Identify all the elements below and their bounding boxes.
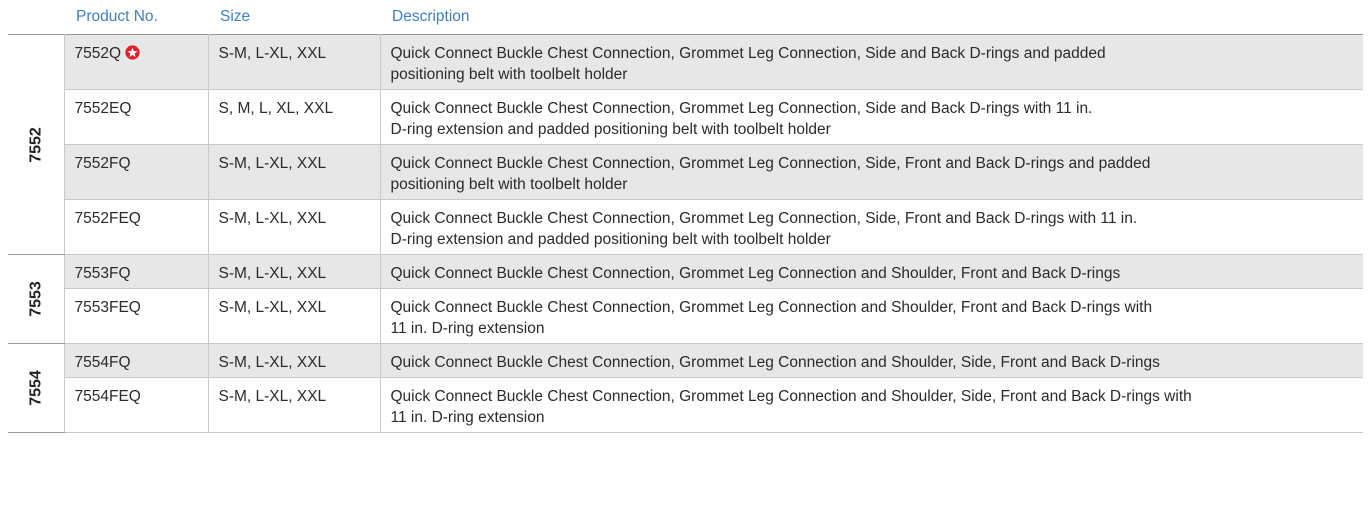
product-number-cell: 7554FEQ bbox=[64, 377, 209, 433]
group-label: 7552 bbox=[27, 126, 45, 163]
product-number: 7553FEQ bbox=[74, 299, 141, 316]
group-label-cell: 7552 bbox=[8, 34, 65, 255]
product-number-cell: 7552FEQ bbox=[64, 199, 209, 255]
group-label: 7553 bbox=[27, 281, 45, 317]
description-text: Quick Connect Buckle Chest Connection, G… bbox=[390, 388, 1192, 426]
header-description: Description bbox=[392, 8, 470, 25]
description-text: Quick Connect Buckle Chest Connection, G… bbox=[390, 45, 1106, 83]
group-label-cell: 7553 bbox=[8, 254, 65, 344]
size-cell: S-M, L-XL, XXL bbox=[208, 199, 381, 255]
description-cell: Quick Connect Buckle Chest Connection, G… bbox=[380, 288, 1363, 344]
product-number: 7552FEQ bbox=[74, 210, 141, 227]
description-cell: Quick Connect Buckle Chest Connection, G… bbox=[380, 144, 1363, 200]
table-body: 7552 7552Q S-M, L-XL, XXL Quick Connect Buc… bbox=[8, 34, 1363, 433]
size-cell: S-M, L-XL, XXL bbox=[208, 34, 381, 90]
product-number-cell: 7552Q bbox=[64, 34, 209, 90]
size-cell: S-M, L-XL, XXL bbox=[208, 343, 381, 378]
description-text: Quick Connect Buckle Chest Connection, G… bbox=[390, 354, 1160, 371]
description-cell: Quick Connect Buckle Chest Connection, G… bbox=[380, 377, 1363, 433]
product-table-page: Product No. Size Description 7552 7552Q S-… bbox=[0, 0, 1371, 529]
table-row: 7552FEQ S-M, L-XL, XXL Quick Connect Buckl… bbox=[8, 199, 1363, 255]
description-cell: Quick Connect Buckle Chest Connection, G… bbox=[380, 89, 1363, 145]
description-cell: Quick Connect Buckle Chest Connection, G… bbox=[380, 34, 1363, 90]
description-cell: Quick Connect Buckle Chest Connection, G… bbox=[380, 199, 1363, 255]
product-number: 7554FEQ bbox=[74, 388, 141, 405]
size-cell: S-M, L-XL, XXL bbox=[208, 254, 381, 289]
group-label-cell: 7554 bbox=[8, 343, 65, 433]
table-row: 7552FQ S-M, L-XL, XXL Quick Connect Buckle… bbox=[8, 144, 1363, 200]
group-label: 7554 bbox=[27, 370, 45, 406]
table-row: 7552 7552Q S-M, L-XL, XXL Quick Connect Buc… bbox=[8, 34, 1363, 255]
description-cell: Quick Connect Buckle Chest Connection, G… bbox=[380, 254, 1363, 289]
size-cell: S-M, L-XL, XXL bbox=[208, 377, 381, 433]
description-text: Quick Connect Buckle Chest Connection, G… bbox=[390, 210, 1138, 248]
product-number-cell: 7552EQ bbox=[64, 89, 209, 145]
table-row: 7553 7553FQ S-M, L-XL, XXL Quick Connect Bu… bbox=[8, 254, 1363, 344]
table-row: 7552EQ S, M, L, XL, XXL Quick Connect Buck… bbox=[8, 89, 1363, 145]
header-size: Size bbox=[220, 8, 251, 25]
product-number-cell: 7553FQ bbox=[64, 254, 209, 289]
product-number: 7554FQ bbox=[74, 354, 131, 371]
header-group-spacer bbox=[8, 6, 64, 35]
size-cell: S-M, L-XL, XXL bbox=[208, 288, 381, 344]
product-number: 7553FQ bbox=[74, 265, 131, 282]
star-badge-icon bbox=[125, 45, 140, 60]
header-product-no: Product No. bbox=[76, 8, 158, 25]
product-number: 7552EQ bbox=[74, 100, 132, 117]
product-table: Product No. Size Description 7552 7552Q S-… bbox=[8, 6, 1363, 433]
table-row: 7554FEQ S-M, L-XL, XXL Quick Connect Buckl… bbox=[8, 377, 1363, 433]
product-number-cell: 7553FEQ bbox=[64, 288, 209, 344]
product-number: 7552FQ bbox=[74, 155, 131, 172]
description-text: Quick Connect Buckle Chest Connection, G… bbox=[390, 299, 1153, 337]
table-header-row: Product No. Size Description bbox=[8, 6, 1363, 35]
product-number: 7552Q bbox=[74, 45, 122, 62]
table-row: 7553FEQ S-M, L-XL, XXL Quick Connect Buckl… bbox=[8, 288, 1363, 344]
description-cell: Quick Connect Buckle Chest Connection, G… bbox=[380, 343, 1363, 378]
description-text: Quick Connect Buckle Chest Connection, G… bbox=[390, 155, 1151, 193]
product-number-cell: 7554FQ bbox=[64, 343, 209, 378]
product-number-cell: 7552FQ bbox=[64, 144, 209, 200]
size-cell: S-M, L-XL, XXL bbox=[208, 144, 381, 200]
table-row: 7554 7554FQ S-M, L-XL, XXL Quick Connect Bu… bbox=[8, 343, 1363, 433]
description-text: Quick Connect Buckle Chest Connection, G… bbox=[390, 265, 1121, 282]
description-text: Quick Connect Buckle Chest Connection, G… bbox=[390, 100, 1093, 138]
size-cell: S, M, L, XL, XXL bbox=[208, 89, 381, 145]
